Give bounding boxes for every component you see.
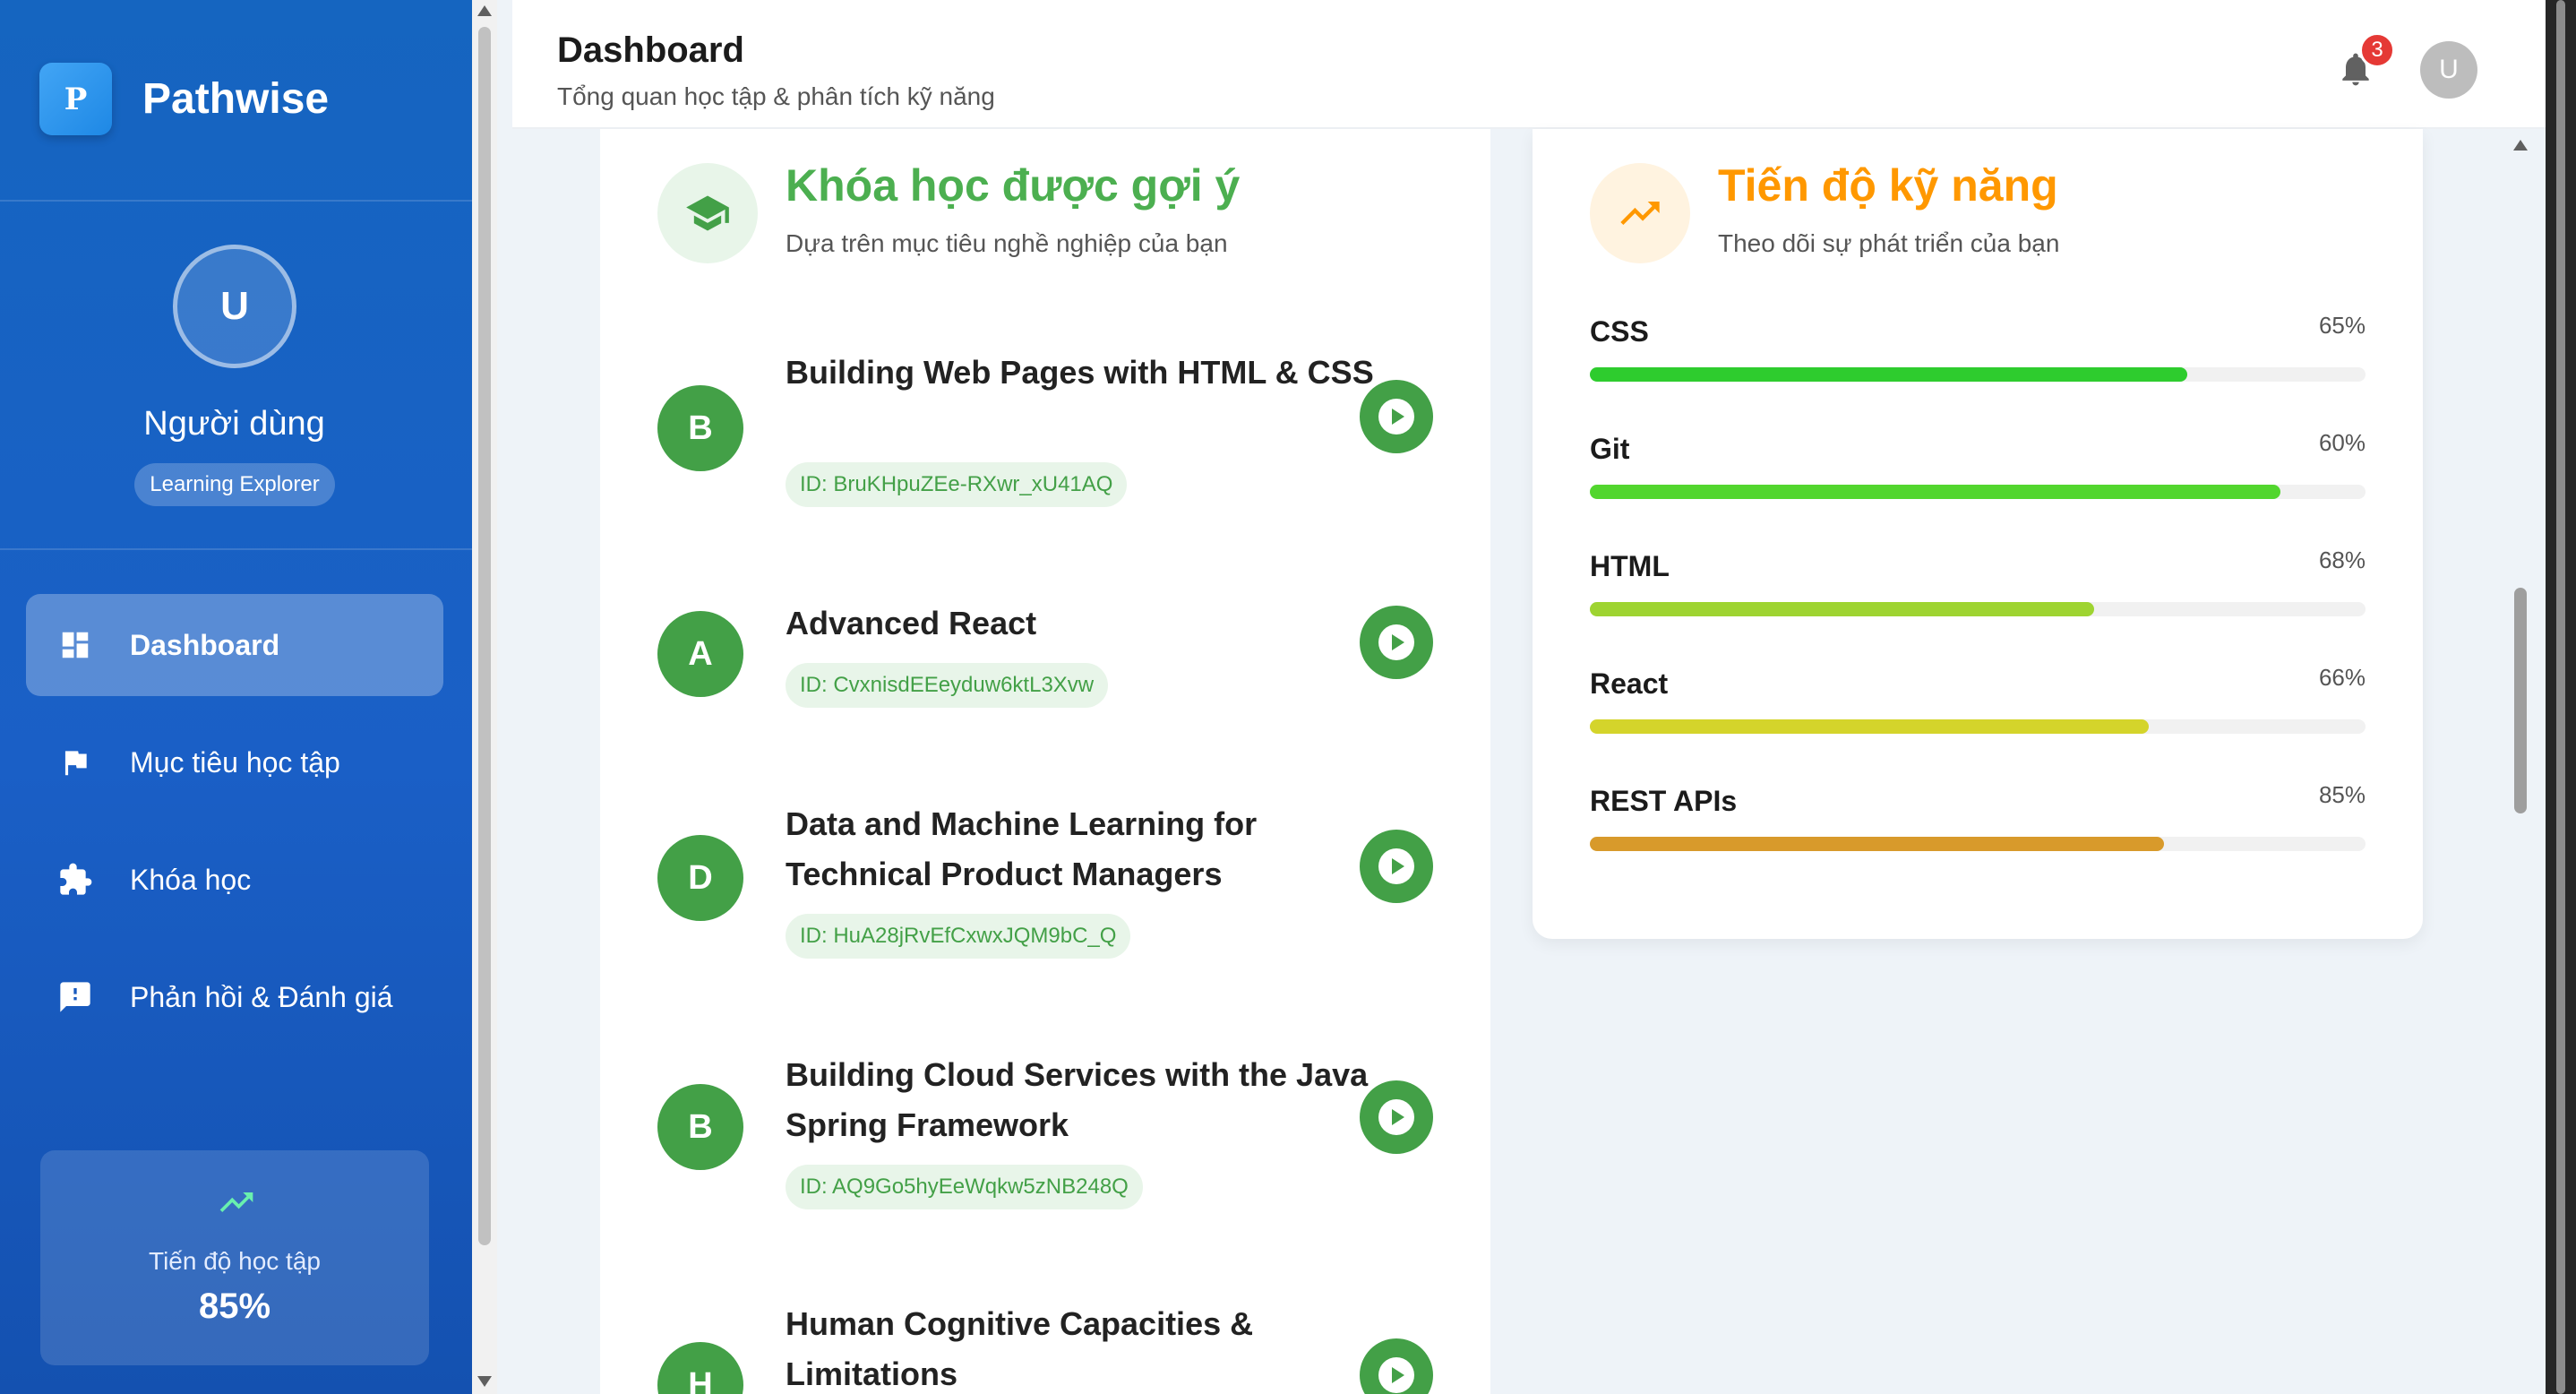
skill-progress-fill bbox=[1590, 485, 2280, 499]
scrollbar-thumb[interactable] bbox=[2514, 588, 2527, 813]
play-icon bbox=[1378, 1357, 1414, 1393]
skill-progress-track bbox=[1590, 367, 2366, 382]
page-title: Dashboard bbox=[557, 30, 744, 70]
scroll-down-arrow[interactable] bbox=[477, 1376, 492, 1387]
play-course-button[interactable] bbox=[1360, 380, 1433, 453]
course-id-badge: ID: CvxnisdEEeyduw6ktL3Xvw bbox=[786, 663, 1109, 708]
graduation-cap-icon bbox=[657, 163, 758, 263]
sidebar: P Pathwise U Người dùng Learning Explore… bbox=[0, 0, 472, 1394]
course-letter-avatar: A bbox=[657, 611, 743, 697]
brand-logo: P bbox=[39, 63, 112, 135]
trending-up-icon bbox=[217, 1183, 256, 1222]
learning-progress-card: Tiến độ học tập 85% bbox=[40, 1150, 429, 1365]
skill-percent: 68% bbox=[2318, 546, 2366, 573]
skill-percent: 60% bbox=[2318, 429, 2366, 456]
content-scrollbar[interactable] bbox=[2509, 129, 2532, 1394]
page-subtitle: Tổng quan học tập & phân tích kỹ năng bbox=[557, 82, 995, 110]
scroll-up-arrow[interactable] bbox=[2513, 140, 2528, 151]
nav-label: Mục tiêu học tập bbox=[130, 745, 340, 779]
play-icon bbox=[1378, 399, 1414, 435]
course-letter-avatar: B bbox=[657, 1084, 743, 1170]
divider bbox=[0, 548, 472, 550]
course-id-badge: ID: BruKHpuZEe-RXwr_xU41AQ bbox=[786, 462, 1128, 507]
skill-name: Git bbox=[1590, 433, 1630, 465]
courses-title: Khóa học được gợi ý bbox=[786, 160, 1241, 211]
course-title[interactable]: Advanced React bbox=[786, 598, 1377, 649]
nav-label: Phản hồi & Đánh giá bbox=[130, 980, 393, 1013]
course-id-badge: ID: HuA28jRvEfCxwxJQM9bC_Q bbox=[786, 914, 1131, 959]
scroll-up-arrow[interactable] bbox=[477, 5, 492, 16]
brand[interactable]: P Pathwise bbox=[39, 63, 329, 135]
play-icon bbox=[1378, 1099, 1414, 1135]
skill-progress-track bbox=[1590, 485, 2366, 499]
puzzle-icon bbox=[56, 861, 94, 899]
skills-title: Tiến độ kỹ năng bbox=[1718, 160, 2058, 211]
nav-item-dashboard[interactable]: Dashboard bbox=[26, 594, 443, 696]
skill-percent: 65% bbox=[2318, 312, 2366, 339]
course-letter-avatar: D bbox=[657, 835, 743, 921]
brand-name: Pathwise bbox=[142, 75, 330, 123]
nav-label: Dashboard bbox=[130, 628, 280, 661]
skill-name: REST APIs bbox=[1590, 785, 1738, 817]
page-scrollbar[interactable] bbox=[472, 0, 497, 1394]
flag-icon bbox=[56, 744, 94, 781]
skill-progress-fill bbox=[1590, 367, 2187, 382]
profile-name: Người dùng bbox=[143, 405, 325, 443]
skills-subtitle: Theo dõi sự phát triển của bạn bbox=[1718, 229, 2060, 257]
course-title[interactable]: Building Web Pages with HTML & CSS bbox=[786, 348, 1377, 398]
skill-name: CSS bbox=[1590, 315, 1649, 348]
course-letter-avatar: H bbox=[657, 1342, 743, 1394]
nav-item-feedback[interactable]: Phản hồi & Đánh giá bbox=[26, 946, 443, 1048]
course-title[interactable]: Data and Machine Learning for Technical … bbox=[786, 799, 1377, 899]
skill-progress-card: Tiến độ kỹ năng Theo dõi sự phát triển c… bbox=[1533, 129, 2423, 939]
play-course-button[interactable] bbox=[1360, 830, 1433, 903]
profile-avatar[interactable]: U bbox=[173, 245, 296, 368]
suggested-courses-card: Khóa học được gợi ý Dựa trên mục tiêu ng… bbox=[600, 129, 1490, 1394]
nav-item-learning-goals[interactable]: Mục tiêu học tập bbox=[26, 711, 443, 813]
divider bbox=[0, 200, 472, 202]
feedback-icon bbox=[56, 978, 94, 1016]
play-course-button[interactable] bbox=[1360, 1080, 1433, 1154]
skill-progress-track bbox=[1590, 837, 2366, 851]
user-avatar[interactable]: U bbox=[2420, 41, 2477, 99]
profile-role-badge: Learning Explorer bbox=[134, 463, 335, 506]
play-icon bbox=[1378, 848, 1414, 884]
nav-label: Khóa học bbox=[130, 863, 252, 896]
skill-progress-fill bbox=[1590, 719, 2149, 734]
skill-percent: 66% bbox=[2318, 664, 2366, 691]
progress-label: Tiến độ học tập bbox=[149, 1247, 321, 1275]
play-icon bbox=[1378, 624, 1414, 660]
course-title[interactable]: Building Cloud Services with the Java Sp… bbox=[786, 1050, 1377, 1150]
nav-item-courses[interactable]: Khóa học bbox=[26, 829, 443, 931]
course-id-badge: ID: AQ9Go5hyEeWqkw5zNB248Q bbox=[786, 1165, 1143, 1209]
trending-up-icon bbox=[1590, 163, 1690, 263]
progress-value: 85% bbox=[198, 1286, 271, 1326]
course-title[interactable]: Human Cognitive Capacities & Limitations bbox=[786, 1299, 1377, 1394]
top-header: Dashboard Tổng quan học tập & phân tích … bbox=[512, 0, 2546, 129]
skill-percent: 85% bbox=[2318, 781, 2366, 808]
skill-progress-fill bbox=[1590, 602, 2094, 616]
courses-subtitle: Dựa trên mục tiêu nghề nghiệp của bạn bbox=[786, 229, 1228, 257]
play-course-button[interactable] bbox=[1360, 606, 1433, 679]
scrollbar-thumb[interactable] bbox=[478, 27, 491, 1245]
skill-progress-track bbox=[1590, 719, 2366, 734]
skill-name: React bbox=[1590, 667, 1669, 700]
window-edge bbox=[2546, 0, 2576, 1394]
skill-progress-fill bbox=[1590, 837, 2164, 851]
notification-badge: 3 bbox=[2359, 32, 2395, 68]
dashboard-icon bbox=[56, 626, 94, 664]
course-letter-avatar: B bbox=[657, 385, 743, 471]
skill-progress-track bbox=[1590, 602, 2366, 616]
skill-name: HTML bbox=[1590, 550, 1670, 582]
